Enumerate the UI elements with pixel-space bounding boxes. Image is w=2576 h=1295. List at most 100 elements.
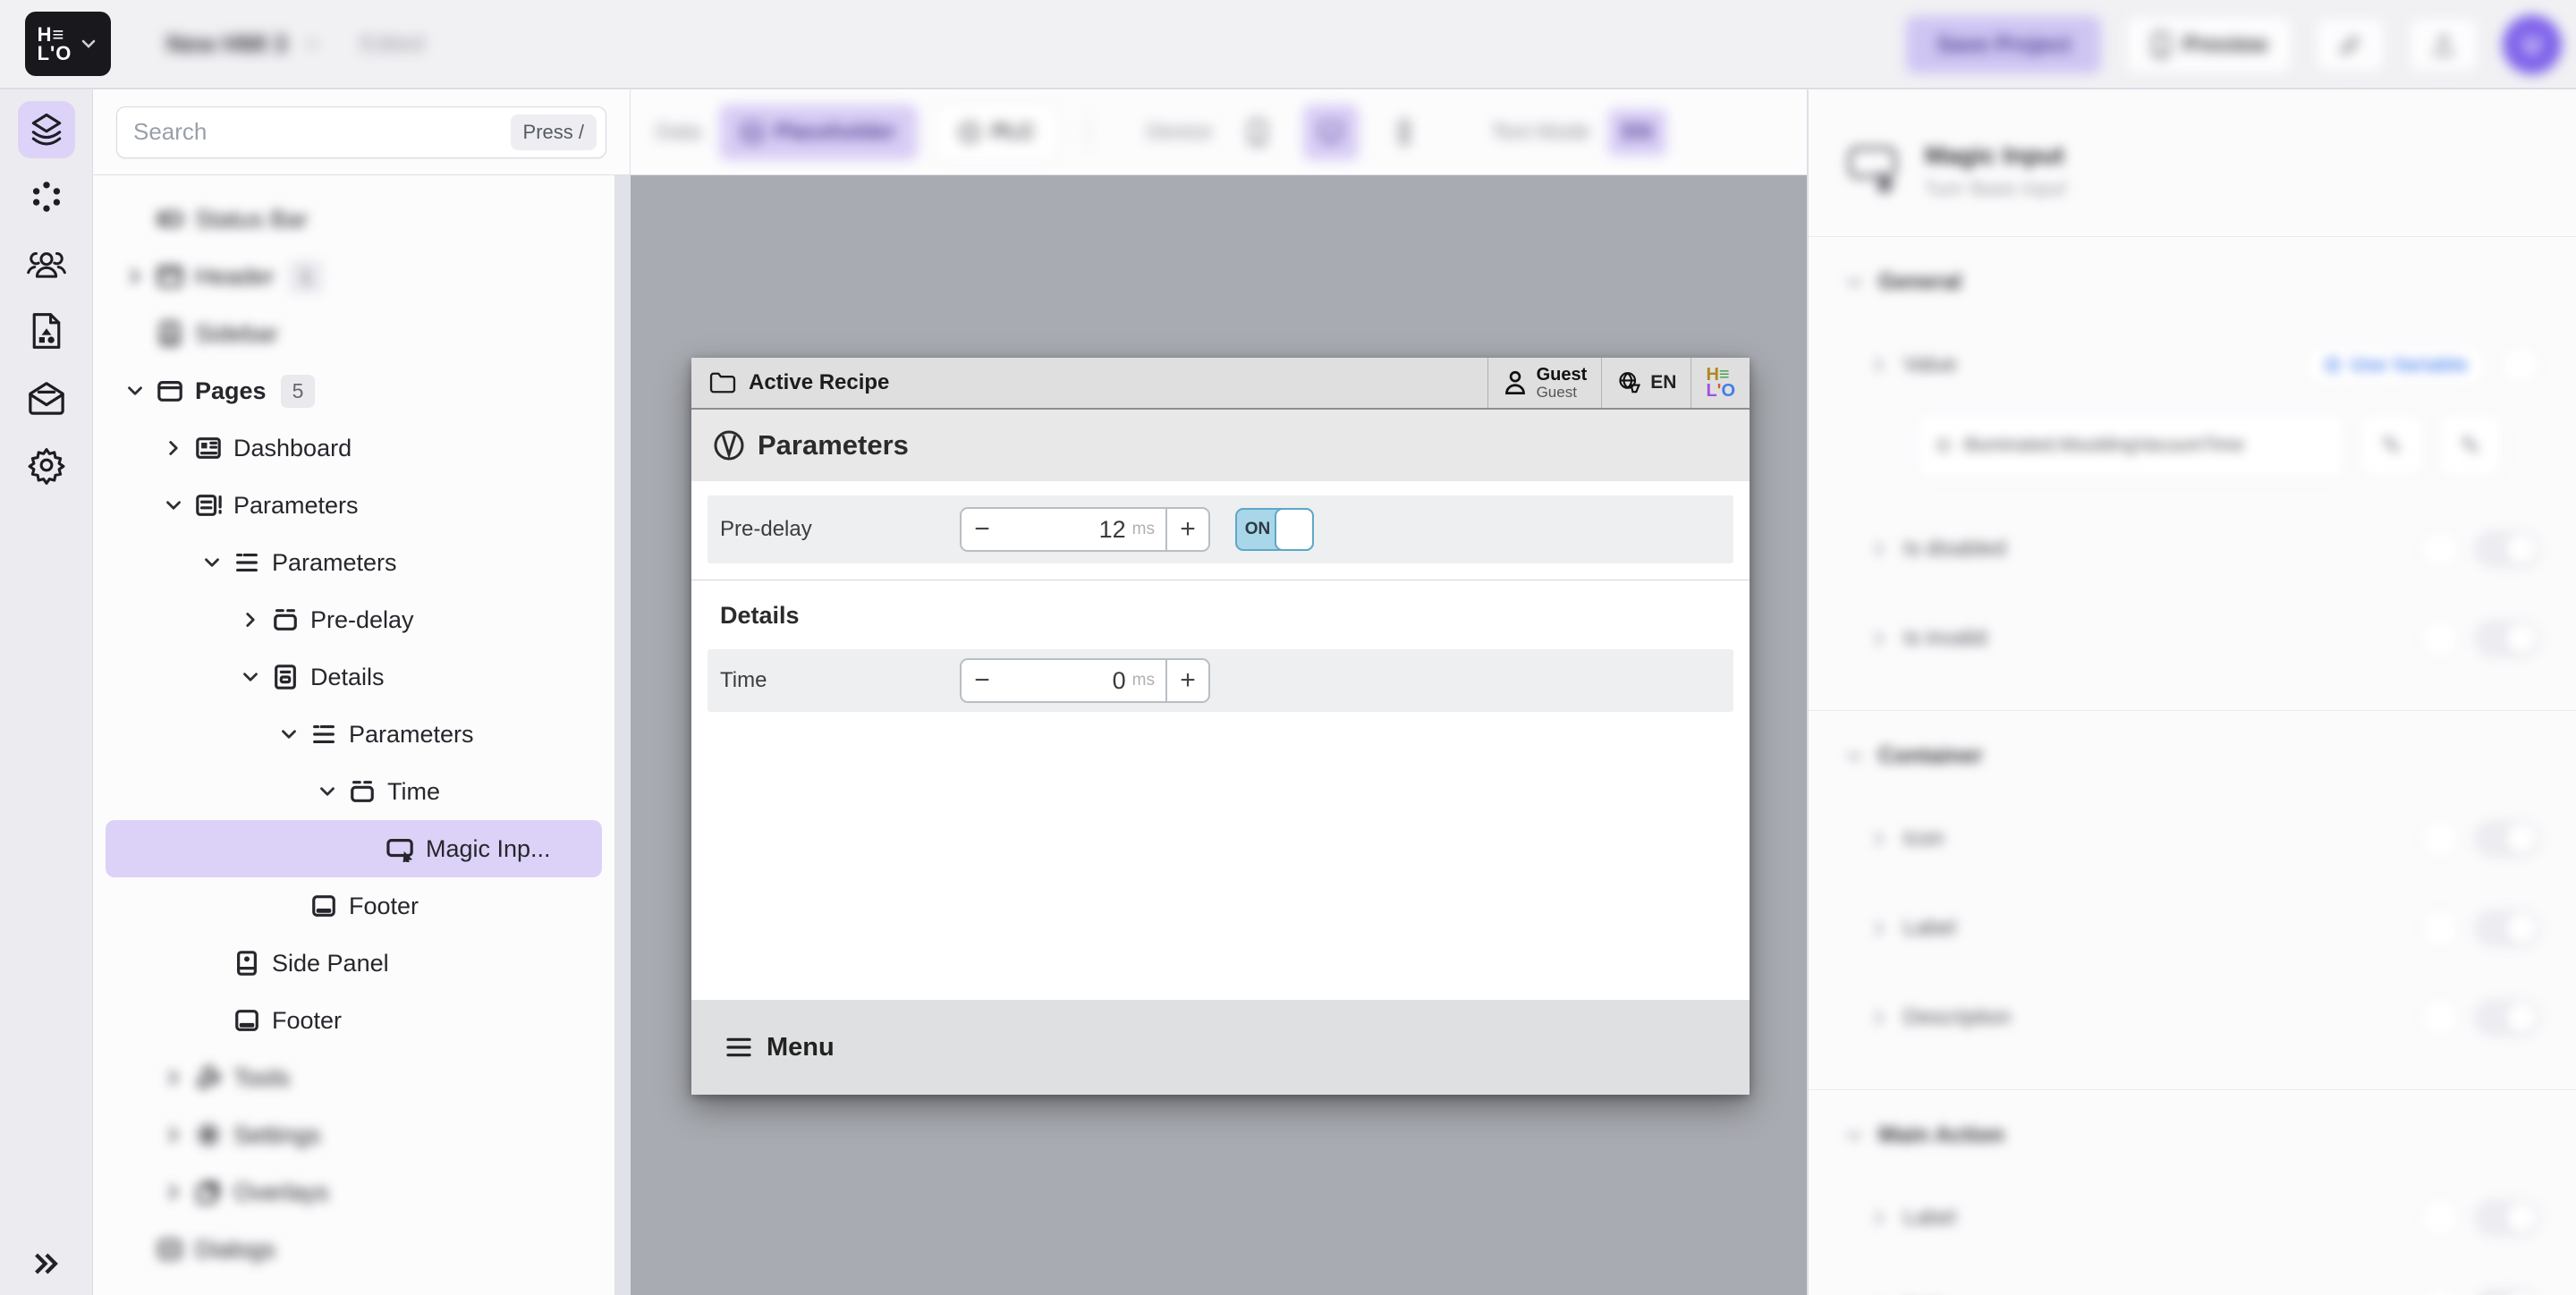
- pre-delay-toggle[interactable]: ON: [1235, 508, 1314, 551]
- tree-item-dialogs[interactable]: Dialogs: [106, 1221, 602, 1278]
- section-header-container[interactable]: Container: [1843, 743, 2576, 769]
- tree-item-parameters[interactable]: Parameters: [106, 534, 602, 591]
- chevron-right-icon[interactable]: [122, 265, 148, 288]
- bind-variable-button[interactable]: [2420, 1198, 2460, 1238]
- bind-variable-button[interactable]: [2420, 1288, 2460, 1295]
- tree-item-pages[interactable]: Pages5: [106, 362, 602, 419]
- project-name[interactable]: New HMI 3: [166, 30, 287, 58]
- share-icon-button[interactable]: [2410, 18, 2478, 72]
- device-panel-button[interactable]: [1303, 105, 1359, 160]
- inspector-subtitle[interactable]: Turn 'Basic Input': [1925, 179, 2068, 200]
- tree-item-tools[interactable]: Tools: [106, 1049, 602, 1106]
- time-input[interactable]: 0 ms: [1003, 658, 1167, 703]
- bind-variable-button[interactable]: [2420, 529, 2460, 569]
- avatar[interactable]: U: [2503, 15, 2562, 74]
- chevron-right-icon[interactable]: [1868, 627, 1891, 650]
- users-rail-button[interactable]: [18, 235, 75, 292]
- bind-variable-button[interactable]: [2420, 819, 2460, 859]
- chevron-right-icon[interactable]: [1868, 1206, 1891, 1230]
- tree-item-magic-inp-[interactable]: Magic Inp...: [106, 820, 602, 877]
- device-rotate-button[interactable]: [1377, 105, 1432, 160]
- chevron-right-icon[interactable]: [160, 1066, 187, 1089]
- tree-item-header[interactable]: Header1: [106, 248, 602, 305]
- chevron-right-icon[interactable]: [160, 1123, 187, 1147]
- use-variable-button[interactable]: Use Variable: [2305, 345, 2487, 385]
- chevron-down-icon[interactable]: [160, 494, 187, 517]
- device-phone-button[interactable]: [1230, 105, 1285, 160]
- section-header-main-action[interactable]: Main Action: [1843, 1122, 2576, 1148]
- device-user-button[interactable]: Guest Guest: [1487, 358, 1602, 408]
- layers-rail-button[interactable]: [18, 101, 75, 158]
- chevron-right-icon[interactable]: [237, 608, 264, 631]
- tree-item-time[interactable]: Time: [106, 763, 602, 820]
- data-placeholder-button[interactable]: Placeholder: [719, 105, 918, 160]
- project-chevron-icon[interactable]: [303, 35, 321, 53]
- design-canvas[interactable]: Active Recipe Guest Guest EN: [631, 175, 1807, 1295]
- chevron-right-icon[interactable]: [1868, 1006, 1891, 1029]
- chevron-right-icon[interactable]: [1868, 917, 1891, 940]
- section-header-general[interactable]: General: [1843, 269, 2576, 295]
- plus-button[interactable]: +: [1165, 658, 1210, 703]
- chevron-down-icon[interactable]: [199, 551, 225, 574]
- pre-delay-input[interactable]: 12 ms: [1003, 507, 1167, 552]
- chevron-down-icon[interactable]: [237, 665, 264, 689]
- label-toggle[interactable]: [2474, 910, 2540, 947]
- search-input[interactable]: [133, 118, 511, 146]
- chevron-right-icon[interactable]: [1868, 537, 1891, 561]
- edit-variable-button[interactable]: ✎: [2360, 413, 2424, 478]
- assets-rail-button[interactable]: [18, 302, 75, 360]
- edit-format-button[interactable]: ✎: [2438, 413, 2503, 478]
- tree-scrollbar[interactable]: [615, 175, 631, 1295]
- mail-rail-button[interactable]: [18, 369, 75, 427]
- tree-item-footer[interactable]: Footer: [106, 992, 602, 1049]
- plus-button[interactable]: +: [1165, 507, 1210, 552]
- chevron-right-icon[interactable]: [160, 436, 187, 460]
- settings-rail-button[interactable]: [18, 436, 75, 494]
- tree-item-side-panel[interactable]: Side Panel: [106, 935, 602, 992]
- icon-toggle[interactable]: [2474, 820, 2540, 858]
- tree-item-footer[interactable]: Footer: [106, 877, 602, 935]
- tree-item-details[interactable]: Details: [106, 648, 602, 706]
- chevron-down-icon[interactable]: [122, 379, 148, 402]
- chevron-down-icon[interactable]: [275, 723, 302, 746]
- bind-variable-button[interactable]: [2420, 619, 2460, 658]
- app-logo-button[interactable]: H≡L'O: [25, 12, 111, 76]
- is-disabled-toggle[interactable]: [2474, 530, 2540, 568]
- tree-item-settings[interactable]: Settings: [106, 1106, 602, 1164]
- label-toggle[interactable]: [2474, 1199, 2540, 1237]
- chevron-right-icon[interactable]: [1868, 353, 1891, 377]
- text-mode-label: Text Mode: [1491, 120, 1590, 145]
- description-toggle[interactable]: [2474, 999, 2540, 1037]
- device-menu-bar[interactable]: Menu: [691, 1000, 1750, 1095]
- save-project-button[interactable]: Save Project: [1906, 16, 2101, 73]
- row-options-button[interactable]: [2501, 345, 2540, 385]
- dialogs-icon: [156, 1236, 184, 1263]
- chevron-down-icon[interactable]: [314, 780, 341, 803]
- apps-rail-button[interactable]: [18, 168, 75, 225]
- variable-field[interactable]: Illuminated.MouldingVacuumTime: [1916, 411, 2345, 479]
- tree-item-parameters[interactable]: Parameters: [106, 477, 602, 534]
- tools-icon: [194, 1064, 223, 1091]
- minus-button[interactable]: −: [960, 507, 1004, 552]
- tree-item-sidebar[interactable]: Sidebar: [106, 305, 602, 362]
- chevron-right-icon[interactable]: [160, 1181, 187, 1204]
- search-box[interactable]: Press /: [116, 106, 606, 158]
- tree-item-overlays[interactable]: Overlays: [106, 1164, 602, 1221]
- tree-item-dashboard[interactable]: Dashboard: [106, 419, 602, 477]
- expand-panel-icon[interactable]: [30, 1248, 63, 1279]
- tree-item-status-bar[interactable]: Status Bar: [106, 190, 602, 248]
- preview-button[interactable]: Preview: [2126, 16, 2292, 73]
- is-invalid-toggle[interactable]: [2474, 620, 2540, 657]
- icon-toggle[interactable]: [2474, 1289, 2540, 1295]
- device-language-button[interactable]: EN: [1601, 358, 1690, 408]
- minus-button[interactable]: −: [960, 658, 1004, 703]
- edit-icon-button[interactable]: [2317, 18, 2385, 72]
- tree-item-pre-delay[interactable]: Pre-delay: [106, 591, 602, 648]
- device-preview[interactable]: Active Recipe Guest Guest EN: [691, 358, 1750, 1095]
- tree-item-parameters[interactable]: Parameters: [106, 706, 602, 763]
- chevron-right-icon[interactable]: [1868, 827, 1891, 851]
- bind-variable-button[interactable]: [2420, 909, 2460, 948]
- data-plc-button[interactable]: PLC: [936, 105, 1057, 160]
- bind-variable-button[interactable]: [2420, 998, 2460, 1037]
- text-mode-language-button[interactable]: EN: [1608, 109, 1666, 156]
